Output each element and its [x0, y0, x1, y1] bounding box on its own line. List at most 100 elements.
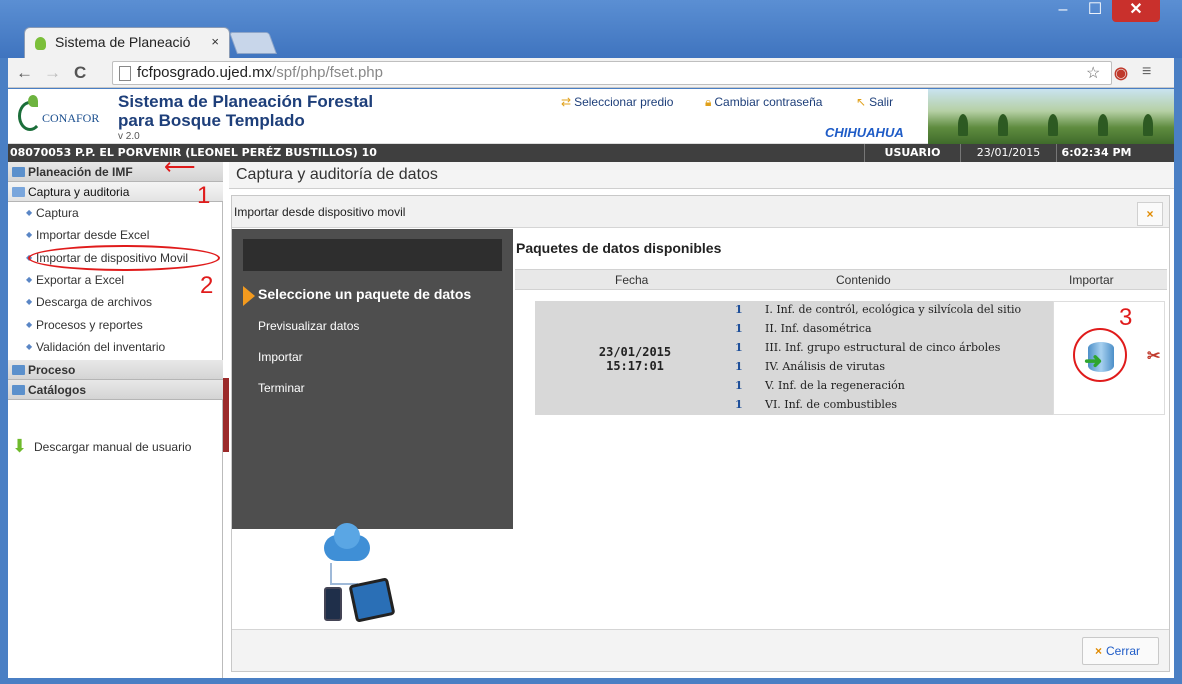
conafor-logo: CONAFOR [14, 95, 110, 139]
list-item: 1 III. Inf. grupo estructural de cinco ár… [735, 341, 1053, 360]
sidebar: Planeación de IMF Captura y auditoria Ca… [8, 154, 223, 678]
logo-text: CONAFOR [42, 111, 100, 125]
swap-icon: ⇄ [561, 95, 572, 109]
sidebar-item-exportar-excel[interactable]: Exportar a Excel [26, 273, 124, 287]
dialog-header: Importar desde dispositivo movil × [232, 196, 1169, 228]
download-arrow-icon: ⬇ [12, 436, 28, 456]
sidebar-item-validacion[interactable]: Validación del inventario [26, 340, 165, 354]
browser-tab[interactable]: Sistema de Planeació × [24, 27, 230, 58]
user-label: USUARIO [864, 144, 960, 162]
main-panel: Captura y auditoría de datos Importar de… [229, 162, 1174, 678]
sidebar-item-procesos[interactable]: Procesos y reportes [26, 318, 143, 332]
item-count: 1 [735, 341, 743, 354]
annotation-circle [1073, 328, 1127, 382]
packages-title: Paquetes de datos disponibles [516, 240, 722, 256]
change-password-link[interactable]: 🔒︎ Cambiar contraseña [705, 95, 822, 110]
annotation-number-3: 3 [1119, 304, 1133, 331]
list-item: 1 IV. Análisis de virutas [735, 360, 1053, 379]
cloud-devices-illustration [232, 523, 513, 629]
tablet-icon [348, 577, 396, 623]
packages-table-header: Fecha Contenido Importar [515, 269, 1167, 290]
sidebar-item-captura[interactable]: Captura [26, 206, 79, 220]
folder-icon [12, 385, 25, 395]
leaf-favicon-icon [35, 37, 46, 50]
close-window-button[interactable]: ✕ [1112, 0, 1160, 22]
dialog-footer: × Cerrar [232, 629, 1169, 671]
list-item: 1 VI. Inf. de combustibles [735, 398, 1053, 417]
sidebar-item-descarga[interactable]: Descarga de archivos [26, 295, 152, 309]
menu-icon[interactable]: ≡ [1142, 63, 1151, 81]
state-name: CHIHUAHUA [825, 125, 904, 140]
section-label: Planeación de IMF [28, 165, 133, 179]
maximize-button[interactable]: ☐ [1081, 0, 1109, 22]
tab-title: Sistema de Planeació [55, 34, 191, 50]
sidebar-section-proceso[interactable]: Proceso [8, 360, 223, 380]
wizard-step-import: Importar [258, 350, 303, 364]
url-path: /spf/php/fset.php [272, 64, 383, 81]
title-bar: Sistema de Planeació × – ☐ ✕ [0, 0, 1182, 58]
package-date: 23/01/2015 [598, 345, 672, 359]
column-fecha: Fecha [615, 273, 649, 287]
select-predio-link[interactable]: ⇄ Seleccionar predio [561, 95, 673, 109]
exit-label: Salir [869, 95, 894, 109]
item-count: 1 [735, 379, 743, 392]
item-label: IV. Análisis de virutas [765, 360, 886, 373]
wizard-progress-bar [243, 239, 502, 271]
item-label: VI. Inf. de combustibles [765, 398, 898, 411]
page-content: CONAFOR Sistema de Planeación Forestal p… [8, 89, 1174, 678]
list-item: 1 II. Inf. dasométrica [735, 322, 1053, 341]
open-folder-icon [12, 187, 25, 197]
folder-icon [12, 365, 25, 375]
delete-package-icon[interactable]: ✂ [1147, 346, 1160, 366]
star-icon[interactable]: ☆ [1086, 63, 1100, 83]
item-label: I. Inf. de contról, ecológica y silvícol… [765, 303, 1022, 316]
url-host: fcfposgrado.ujed.mx [137, 64, 273, 81]
list-item: 1 V. Inf. de la regeneración [735, 379, 1053, 398]
download-manual-link[interactable]: ⬇ Descargar manual de usuario [12, 436, 192, 456]
column-importar: Importar [1069, 273, 1114, 287]
stop-icon[interactable]: ◉ [1114, 63, 1128, 83]
wizard-step-select: Seleccione un paquete de datos [258, 286, 472, 302]
item-count: 1 [735, 360, 743, 373]
sidebar-item-importar-excel[interactable]: Importar desde Excel [26, 228, 149, 242]
item-label: III. Inf. grupo estructural de cinco árb… [765, 341, 1001, 354]
new-tab-button[interactable] [228, 32, 278, 54]
column-contenido: Contenido [836, 273, 891, 287]
forward-arrow-icon[interactable]: → [44, 63, 61, 83]
annotation-number-1: 1 [197, 182, 211, 209]
list-item: 1 I. Inf. de contról, ecológica y silvíco… [735, 303, 1053, 322]
current-date: 23/01/2015 [960, 144, 1056, 162]
current-time: 6:02:34 PM [1056, 144, 1136, 162]
item-count: 1 [735, 398, 743, 411]
app-title-line2: para Bosque Templado [118, 111, 305, 130]
address-bar[interactable]: fcfposgrado.ujed.mx/spf/php/fset.php [112, 61, 1112, 85]
dialog-close-button[interactable]: × [1137, 202, 1163, 226]
main-title: Captura y auditoría de datos [229, 162, 1174, 189]
app-title-line1: Sistema de Planeación Forestal [118, 92, 374, 111]
sidebar-section-captura[interactable]: Captura y auditoria [8, 182, 223, 202]
reload-icon[interactable]: C [74, 63, 86, 83]
wizard-steps: Seleccione un paquete de datos Previsual… [232, 229, 513, 629]
download-manual-label: Descargar manual de usuario [34, 440, 192, 454]
wizard-step-finish: Terminar [258, 381, 305, 395]
logo-sprout-icon [28, 95, 38, 107]
app-version: v 2.0 [118, 131, 140, 142]
site-header: CONAFOR Sistema de Planeación Forestal p… [8, 89, 1174, 144]
wizard-step-preview: Previsualizar datos [258, 319, 360, 333]
tab-close-icon[interactable]: × [211, 34, 219, 49]
change-password-label: Cambiar contraseña [714, 95, 823, 109]
browser-toolbar: ← → C fcfposgrado.ujed.mx/spf/php/fset.p… [8, 58, 1174, 88]
section-label: Proceso [28, 363, 76, 377]
back-arrow-icon[interactable]: ← [16, 63, 33, 83]
annotation-oval [28, 245, 220, 271]
exit-link[interactable]: ↖ Salir [856, 95, 893, 109]
exit-icon: ↖ [856, 95, 867, 109]
minimize-button[interactable]: – [1049, 0, 1077, 22]
select-predio-label: Seleccionar predio [574, 95, 674, 109]
close-button[interactable]: × Cerrar [1082, 637, 1159, 665]
table-row[interactable]: 23/01/2015 15:17:01 1 I. Inf. de contról,… [535, 301, 1165, 415]
close-button-label: Cerrar [1106, 644, 1141, 658]
section-label: Catálogos [28, 383, 87, 397]
item-label: V. Inf. de la regeneración [765, 379, 905, 392]
sidebar-section-catalogos[interactable]: Catálogos [8, 380, 223, 400]
